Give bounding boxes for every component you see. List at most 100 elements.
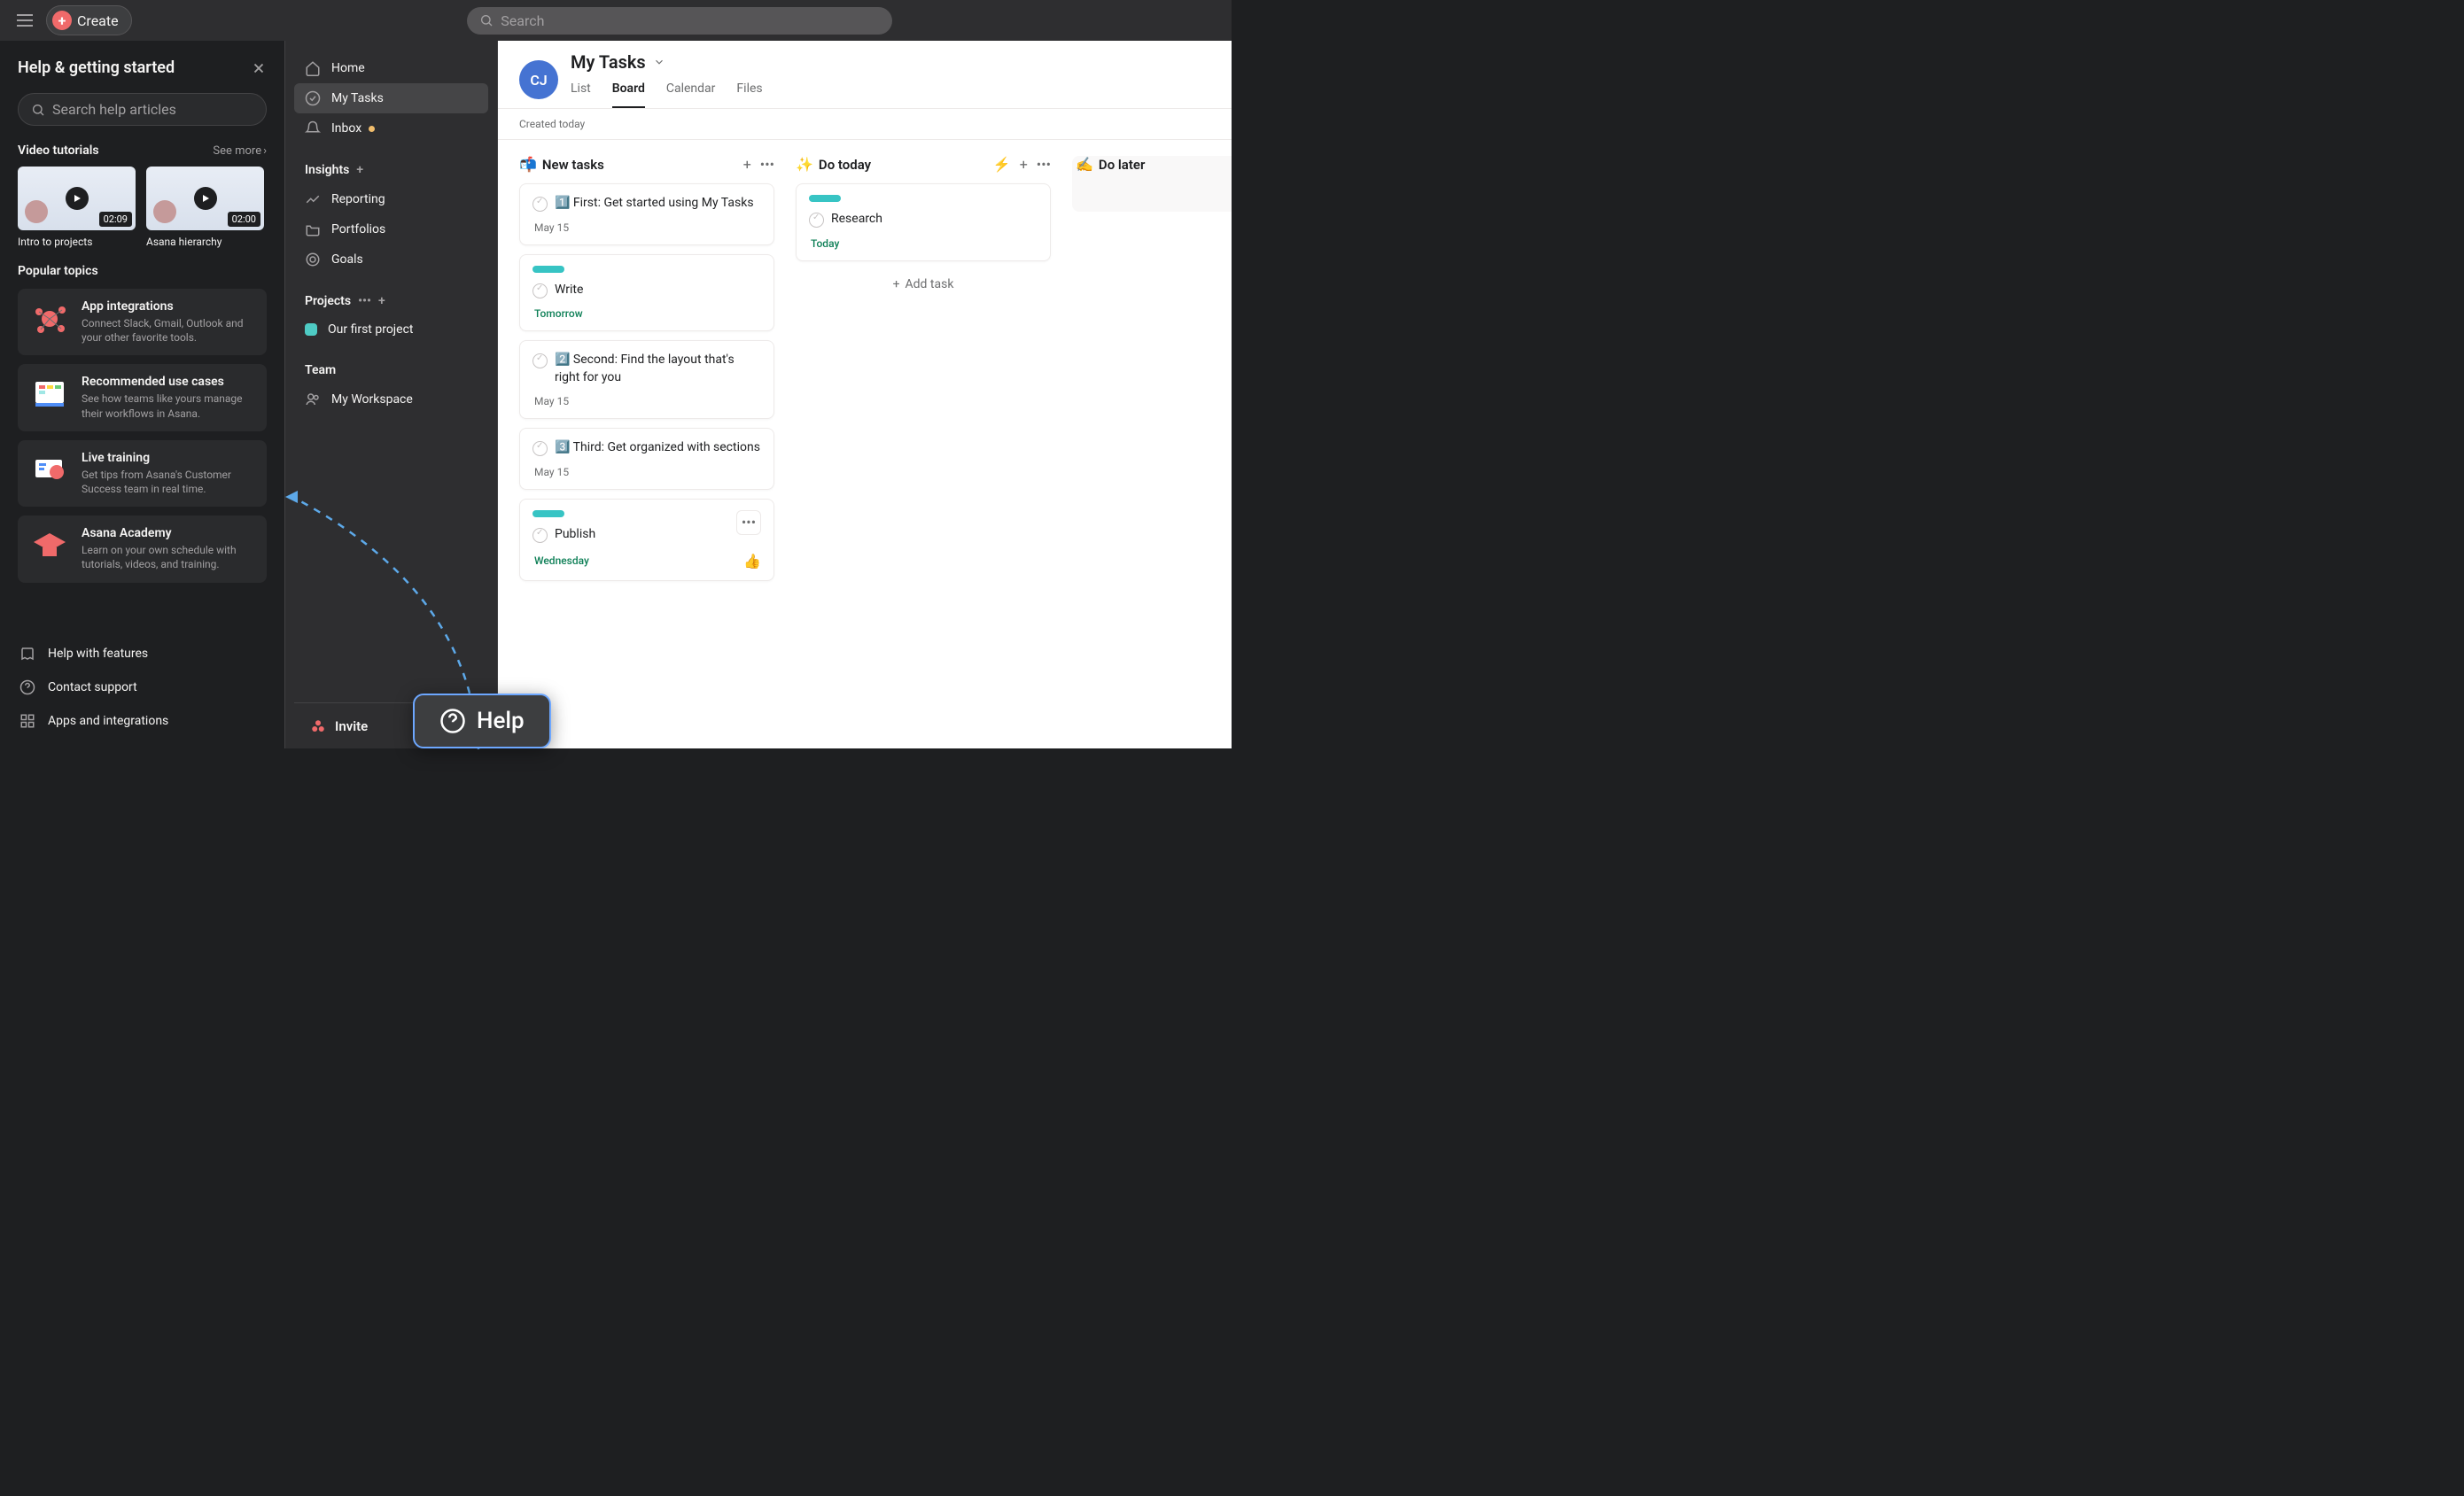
- tab-calendar[interactable]: Calendar: [666, 74, 716, 108]
- column-do-today: ✨ Do today ⚡ + ••• Research Today: [796, 156, 1051, 298]
- board-title[interactable]: My Tasks: [571, 51, 763, 73]
- board-subhead: Created today: [498, 109, 1232, 140]
- complete-checkbox[interactable]: [532, 441, 548, 456]
- more-icon[interactable]: •••: [1037, 156, 1051, 173]
- team-header[interactable]: Team: [294, 363, 488, 384]
- add-task-icon[interactable]: +: [1020, 156, 1028, 173]
- help-popup-button[interactable]: Help: [413, 694, 551, 748]
- task-card[interactable]: Research Today: [796, 183, 1051, 261]
- add-task-button[interactable]: + Add task: [1072, 183, 1232, 212]
- navigation-sidebar: Home My Tasks Inbox Insights + Reporting…: [285, 41, 498, 748]
- insights-header[interactable]: Insights +: [294, 163, 488, 184]
- complete-checkbox[interactable]: [532, 197, 548, 212]
- popular-topics-header: Popular topics: [18, 264, 267, 278]
- topic-use-cases[interactable]: Recommended use cases See how teams like…: [18, 364, 267, 430]
- plus-icon: +: [52, 11, 72, 30]
- more-icon[interactable]: •••: [358, 294, 371, 308]
- question-circle-icon: [439, 708, 466, 734]
- nav-goals[interactable]: Goals: [294, 244, 488, 275]
- add-task-button[interactable]: + Add task: [796, 270, 1051, 298]
- user-avatar[interactable]: CJ: [519, 60, 558, 99]
- nav-reporting[interactable]: Reporting: [294, 184, 488, 214]
- tab-list[interactable]: List: [571, 74, 591, 108]
- complete-checkbox[interactable]: [532, 528, 548, 543]
- nav-inbox[interactable]: Inbox: [294, 113, 488, 143]
- complete-checkbox[interactable]: [532, 283, 548, 298]
- book-icon: [19, 646, 35, 662]
- card-more-button[interactable]: •••: [736, 510, 761, 535]
- academy-icon: [30, 526, 69, 565]
- nav-workspace[interactable]: My Workspace: [294, 384, 488, 415]
- see-more-link[interactable]: See more ›: [213, 144, 267, 158]
- column-emoji: ✨: [796, 156, 813, 173]
- column-emoji: ✍️: [1076, 156, 1093, 173]
- help-features-link[interactable]: Help with features: [18, 637, 267, 670]
- tag-pill: [532, 510, 564, 517]
- plus-icon: +: [893, 277, 900, 291]
- task-card[interactable]: ••• Publish Wednesday 👍: [519, 499, 774, 581]
- board-icon: [30, 375, 69, 414]
- lightning-icon[interactable]: ⚡: [993, 156, 1011, 173]
- card-date: Tomorrow: [532, 307, 761, 320]
- task-card[interactable]: Write Tomorrow: [519, 254, 774, 332]
- video-title: Asana hierarchy: [146, 236, 264, 248]
- complete-checkbox[interactable]: [532, 353, 548, 368]
- search-icon: [31, 103, 45, 117]
- help-search-input[interactable]: Search help articles: [18, 93, 267, 126]
- apps-integrations-link[interactable]: Apps and integrations: [18, 704, 267, 738]
- column-emoji: 📬: [519, 156, 537, 173]
- topic-live-training[interactable]: Live training Get tips from Asana's Cust…: [18, 440, 267, 507]
- nav-portfolios[interactable]: Portfolios: [294, 214, 488, 244]
- column-title[interactable]: New tasks: [542, 157, 738, 173]
- card-date: Today: [809, 237, 1038, 250]
- card-date: Wednesday: [532, 554, 589, 567]
- task-card[interactable]: 1️⃣ First: Get started using My Tasks Ma…: [519, 183, 774, 245]
- menu-toggle-icon[interactable]: [14, 10, 35, 31]
- video-tutorials-header: Video tutorials: [18, 143, 99, 158]
- column-title[interactable]: Do today: [819, 157, 988, 173]
- plus-icon[interactable]: +: [356, 163, 363, 177]
- nav-project-first[interactable]: Our first project: [294, 315, 488, 344]
- task-card[interactable]: 3️⃣ Third: Get organized with sections M…: [519, 428, 774, 490]
- column-title[interactable]: Do later: [1099, 157, 1232, 173]
- contact-support-link[interactable]: Contact support: [18, 670, 267, 704]
- task-card[interactable]: 2️⃣ Second: Find the layout that's right…: [519, 340, 774, 419]
- play-icon: [194, 187, 217, 210]
- tab-board[interactable]: Board: [612, 74, 645, 108]
- create-button[interactable]: + Create: [46, 5, 132, 35]
- help-panel-title: Help & getting started: [18, 58, 175, 77]
- training-icon: [30, 451, 69, 490]
- check-circle-icon: [305, 90, 321, 106]
- integrations-icon: [30, 299, 69, 338]
- like-icon[interactable]: 👍: [743, 553, 761, 570]
- help-search-placeholder: Search help articles: [52, 101, 176, 118]
- tab-files[interactable]: Files: [736, 74, 762, 108]
- chevron-right-icon: ›: [263, 144, 267, 158]
- more-icon[interactable]: •••: [760, 156, 774, 173]
- tag-pill: [809, 195, 841, 202]
- project-color-icon: [305, 323, 317, 336]
- card-date: May 15: [532, 221, 761, 234]
- search-input[interactable]: Search: [467, 7, 892, 35]
- nav-home[interactable]: Home: [294, 53, 488, 83]
- topic-academy[interactable]: Asana Academy Learn on your own schedule…: [18, 515, 267, 582]
- video-duration: 02:00: [228, 212, 260, 227]
- add-task-icon[interactable]: +: [743, 156, 751, 173]
- nav-my-tasks[interactable]: My Tasks: [294, 83, 488, 113]
- close-help-button[interactable]: [251, 60, 267, 76]
- asana-logo-icon: [310, 718, 326, 734]
- projects-header[interactable]: Projects ••• +: [294, 294, 488, 315]
- video-card-hierarchy[interactable]: 02:00 Asana hierarchy: [146, 167, 264, 248]
- topic-app-integrations[interactable]: App integrations Connect Slack, Gmail, O…: [18, 289, 267, 355]
- card-date: May 15: [532, 466, 761, 478]
- close-icon: [251, 60, 267, 76]
- question-icon: [19, 679, 35, 695]
- search-placeholder: Search: [501, 12, 544, 29]
- chevron-down-icon: [653, 56, 665, 68]
- video-card-intro[interactable]: 02:09 Intro to projects: [18, 167, 136, 248]
- tag-pill: [532, 266, 564, 273]
- top-bar: + Create Search: [0, 0, 1232, 41]
- complete-checkbox[interactable]: [809, 213, 824, 228]
- chart-icon: [305, 191, 321, 207]
- plus-icon[interactable]: +: [378, 294, 385, 308]
